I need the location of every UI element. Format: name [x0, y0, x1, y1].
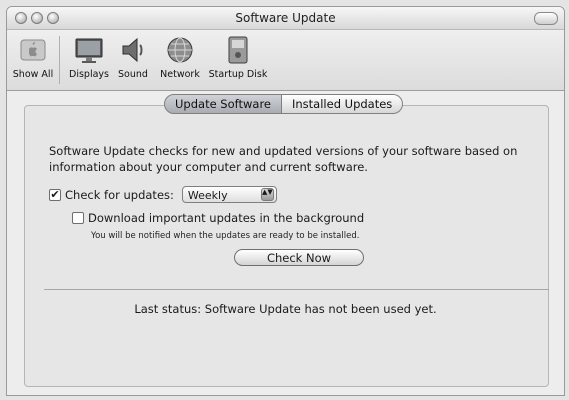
download-updates-row: Download important updates in the backgr… [72, 211, 364, 225]
divider [44, 289, 549, 290]
toolbar-item-label: Startup Disk [208, 69, 268, 80]
download-updates-label: Download important updates in the backgr… [88, 211, 365, 225]
checkmark-icon: ✔ [50, 187, 60, 201]
toolbar-separator [59, 36, 60, 84]
stepper-arrows-icon: ▲▼ [260, 188, 274, 201]
globe-icon [167, 37, 193, 63]
preference-pane: Update Software Installed Updates Softwa… [7, 91, 564, 395]
window-title: Software Update [235, 11, 336, 25]
disk-icon [228, 36, 248, 64]
check-now-button[interactable]: Check Now [234, 249, 364, 266]
speaker-icon [122, 37, 143, 63]
frequency-value: Weekly [187, 189, 228, 202]
download-updates-note: You will be notified when the updates ar… [91, 231, 360, 241]
toolbar-startup-disk[interactable]: Startup Disk [206, 34, 270, 80]
title-bar: Software Update [7, 7, 564, 30]
display-icon [75, 38, 103, 63]
last-status-text: Last status: Software Update has not bee… [134, 302, 437, 316]
toolbar-item-label: Show All [12, 69, 54, 80]
toolbar-toggle-button[interactable] [534, 12, 558, 25]
frequency-select[interactable]: Weekly ▲▼ [181, 186, 277, 203]
toolbar-displays[interactable]: Displays [65, 34, 113, 80]
toolbar-sound[interactable]: Sound [113, 34, 153, 80]
tab-installed-updates[interactable]: Installed Updates [282, 94, 404, 114]
tab-update-software[interactable]: Update Software [164, 94, 282, 114]
check-for-updates-row: ✔ Check for updates: Weekly ▲▼ [49, 186, 277, 203]
apple-icon [20, 39, 46, 61]
check-for-updates-label: Check for updates: [65, 187, 174, 202]
description-text: Software Update checks for new and updat… [49, 144, 518, 174]
system-preferences-window: Software Update Show All Displays Sound … [6, 6, 565, 396]
toolbar-item-label: Displays [69, 69, 109, 80]
tab-bar: Update Software Installed Updates [164, 94, 404, 114]
toolbar: Show All Displays Sound Network Startup … [7, 30, 564, 91]
toolbar-show-all[interactable]: Show All [10, 34, 56, 80]
toolbar-item-label: Sound [118, 69, 148, 80]
check-for-updates-checkbox[interactable]: ✔ [49, 187, 61, 201]
toolbar-network[interactable]: Network [155, 34, 205, 80]
toolbar-item-label: Network [160, 69, 200, 80]
download-updates-checkbox[interactable] [72, 212, 84, 224]
